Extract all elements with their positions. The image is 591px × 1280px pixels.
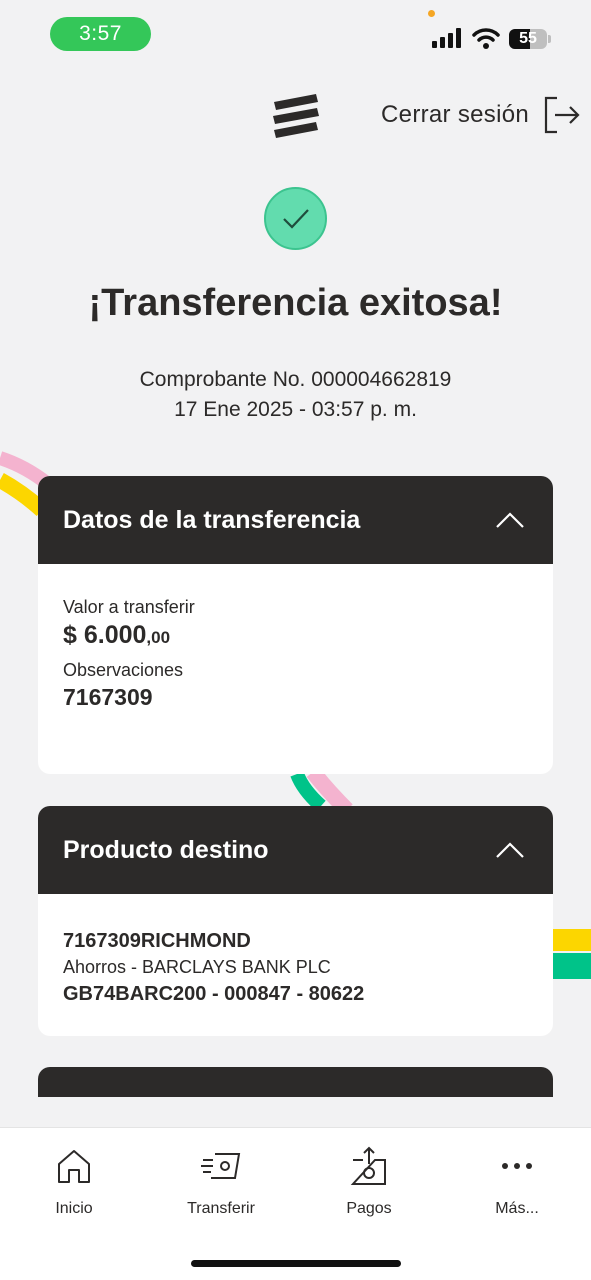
transfer-details-header[interactable]: Datos de la transferencia (38, 476, 553, 564)
payments-icon (350, 1146, 386, 1185)
destination-product-title: Producto destino (63, 835, 269, 864)
nav-item-pagos[interactable]: Pagos (314, 1146, 424, 1218)
success-check-icon (264, 187, 327, 250)
nav-label-mas: Más... (495, 1200, 539, 1217)
voucher-number: Comprobante No. 000004662819 (139, 368, 452, 391)
account-number: GB74BARC200 - 000847 - 80622 (63, 983, 365, 1005)
wifi-icon (472, 28, 500, 49)
battery-icon: 55 (509, 29, 547, 49)
logout-icon (544, 96, 580, 134)
status-time: 3:57 (50, 17, 151, 51)
transfer-details-card: Datos de la transferencia Valor a transf… (38, 476, 553, 774)
transfer-details-title: Datos de la transferencia (63, 505, 361, 534)
transfer-icon (201, 1153, 241, 1179)
voucher-info: Comprobante No. 000004662819 17 Ene 2025… (0, 365, 591, 425)
decorative-stripes-right (548, 929, 591, 979)
logout-button[interactable]: Cerrar sesión (381, 96, 581, 134)
amount-label: Valor a transferir (63, 597, 195, 617)
privacy-indicator (428, 10, 435, 17)
decorative-stripes-middle (290, 770, 353, 810)
nav-item-mas[interactable]: Más... (462, 1146, 572, 1218)
nav-label-inicio: Inicio (55, 1200, 93, 1217)
chevron-up-icon[interactable] (495, 841, 525, 859)
more-icon (502, 1163, 532, 1169)
amount-cents: ,00 (146, 628, 171, 647)
recipient-name: 7167309RICHMOND (63, 930, 251, 952)
collapsed-card-header[interactable] (38, 1067, 553, 1097)
chevron-up-icon[interactable] (495, 511, 525, 529)
voucher-datetime: 17 Ene 2025 - 03:57 p. m. (174, 398, 417, 421)
nav-label-pagos: Pagos (346, 1200, 392, 1217)
nav-label-transferir: Transferir (187, 1200, 255, 1217)
battery-cap (548, 35, 551, 43)
page-title: ¡Transferencia exitosa! (88, 282, 503, 324)
bottom-navigation: Inicio Transferir Pagos Más... (0, 1127, 591, 1280)
amount-value: $ 6.000,00 (63, 618, 528, 655)
home-indicator[interactable] (191, 1260, 401, 1267)
cellular-signal-icon (432, 28, 461, 48)
logout-label: Cerrar sesión (381, 101, 529, 128)
destination-product-header[interactable]: Producto destino (38, 806, 553, 894)
account-type: Ahorros - BARCLAYS BANK PLC (63, 957, 331, 977)
amount-main: $ 6.000 (63, 621, 147, 649)
notes-label: Observaciones (63, 660, 184, 680)
nav-item-inicio[interactable]: Inicio (19, 1146, 129, 1218)
battery-level-text: 55 (519, 30, 537, 47)
destination-product-card: Producto destino 7167309RICHMOND Ahorros… (38, 806, 553, 1036)
bank-logo-icon (273, 94, 319, 138)
notes-value: 7167309 (63, 684, 153, 710)
nav-item-transferir[interactable]: Transferir (166, 1146, 276, 1218)
home-icon (58, 1150, 90, 1183)
